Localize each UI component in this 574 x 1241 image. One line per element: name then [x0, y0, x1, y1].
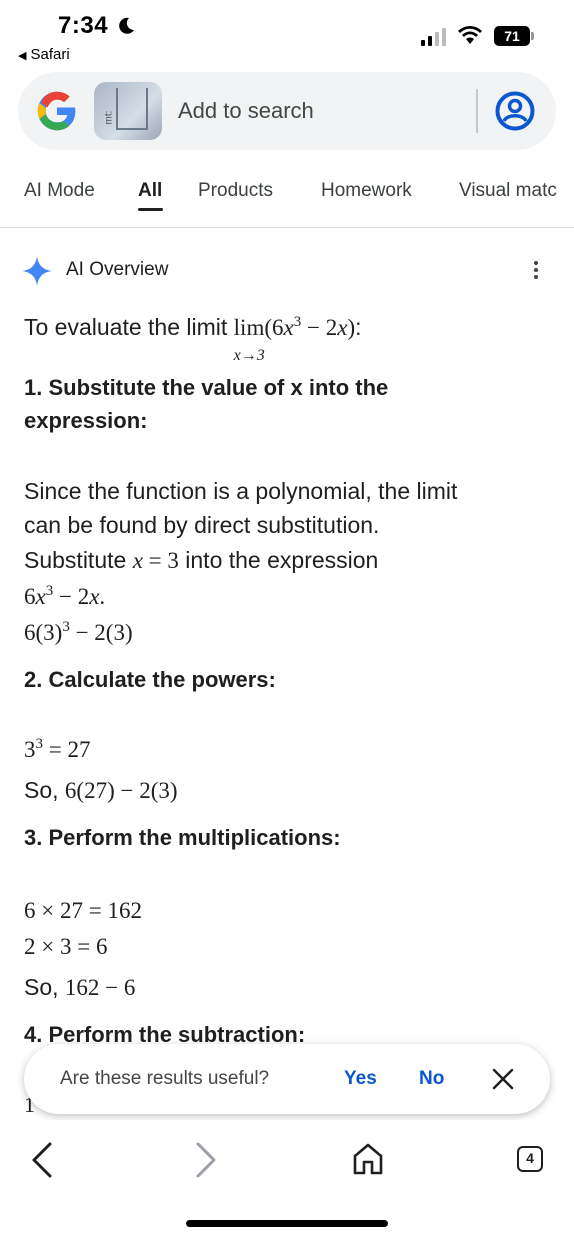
- step1-heading-line1: 1. Substitute the value of x into the: [24, 375, 389, 400]
- math-power-result: 33 = 27: [24, 736, 91, 763]
- forward-chevron-icon[interactable]: [190, 1140, 220, 1180]
- tab-ai-mode[interactable]: AI Mode: [24, 180, 95, 202]
- math-expression: 6x3 − 2x.: [24, 583, 106, 610]
- intro-end: :: [355, 314, 362, 340]
- step2-heading: 2. Calculate the powers:: [24, 667, 276, 692]
- so-text: So,: [24, 777, 65, 803]
- thumbnail-text: mt:: [103, 110, 115, 125]
- feedback-prompt: Are these results useful? Yes No: [24, 1044, 550, 1114]
- active-tab-indicator: [138, 208, 163, 211]
- step1-text-line1: Since the function is a polynomial, the …: [24, 478, 458, 504]
- search-input[interactable]: Add to search: [178, 98, 314, 124]
- math-step2-result: 6(27) − 2(3): [64, 778, 178, 803]
- back-chevron-icon[interactable]: [28, 1140, 58, 1180]
- search-divider: [476, 89, 478, 133]
- status-time: 7:34: [58, 12, 109, 39]
- wifi-icon: [458, 26, 482, 44]
- google-logo-icon[interactable]: [36, 90, 78, 132]
- math-substituted: 6(3)3 − 2(3): [24, 619, 133, 646]
- step1-text-line3: Substitute x = 3 into the expression: [24, 543, 378, 578]
- tab-visual-matches[interactable]: Visual matc: [459, 180, 557, 202]
- ai-overview-header: AI Overview: [22, 254, 552, 286]
- tab-all[interactable]: All: [138, 180, 162, 202]
- math-mult-1: 6 × 27 = 162: [24, 898, 142, 923]
- back-app-label: Safari: [30, 46, 70, 63]
- tab-products[interactable]: Products: [198, 180, 273, 202]
- image-thumbnail[interactable]: mt:: [94, 82, 162, 140]
- back-triangle-icon: ◀: [18, 50, 27, 62]
- cellular-signal-icon: [421, 28, 446, 46]
- home-icon[interactable]: [352, 1142, 384, 1176]
- so-text: So,: [24, 974, 65, 1000]
- math-x-equals-3: x = 3: [132, 548, 179, 573]
- into-expression-text: into the expression: [178, 547, 379, 573]
- intro-text: To evaluate the limit: [24, 314, 234, 340]
- feedback-question: Are these results useful?: [60, 1068, 270, 1089]
- tabs-count-button[interactable]: 4: [517, 1146, 543, 1172]
- step1-text-line2: can be found by direct substitution.: [24, 512, 380, 538]
- feedback-no-button[interactable]: No: [419, 1068, 444, 1090]
- step3-so-line: So, 162 − 6: [24, 970, 135, 1005]
- battery-icon: 71: [494, 26, 534, 46]
- close-icon[interactable]: [491, 1067, 515, 1091]
- substitute-text: Substitute: [24, 547, 133, 573]
- step2-so-line: So, 6(27) − 2(3): [24, 773, 178, 808]
- search-tabs: AI Mode All Products Homework Visual mat…: [0, 170, 574, 228]
- account-icon[interactable]: [495, 91, 535, 131]
- sparkle-icon: [22, 256, 52, 286]
- step1-heading-line2: expression:: [24, 408, 148, 433]
- math-step3-result: 162 − 6: [64, 975, 136, 1000]
- feedback-yes-button[interactable]: Yes: [344, 1068, 377, 1090]
- step3-heading: 3. Perform the multiplications:: [24, 825, 341, 850]
- status-bar: 7:34 ◀ Safari 71: [0, 0, 574, 70]
- more-options-icon[interactable]: [526, 258, 546, 286]
- battery-level: 71: [504, 28, 520, 44]
- ai-overview-title: AI Overview: [66, 259, 169, 280]
- home-indicator: [186, 1220, 388, 1227]
- moon-icon: [119, 17, 134, 34]
- intro-line: To evaluate the limit lim x→3 (6x3 − 2x):: [24, 310, 362, 365]
- math-mult-2: 2 × 3 = 6: [24, 934, 108, 959]
- back-to-app-link[interactable]: ◀ Safari: [18, 46, 70, 63]
- limit-expression: lim x→3 (6x3 − 2x): [233, 314, 356, 365]
- search-bar[interactable]: mt: Add to search: [18, 72, 556, 150]
- tab-homework[interactable]: Homework: [321, 180, 412, 202]
